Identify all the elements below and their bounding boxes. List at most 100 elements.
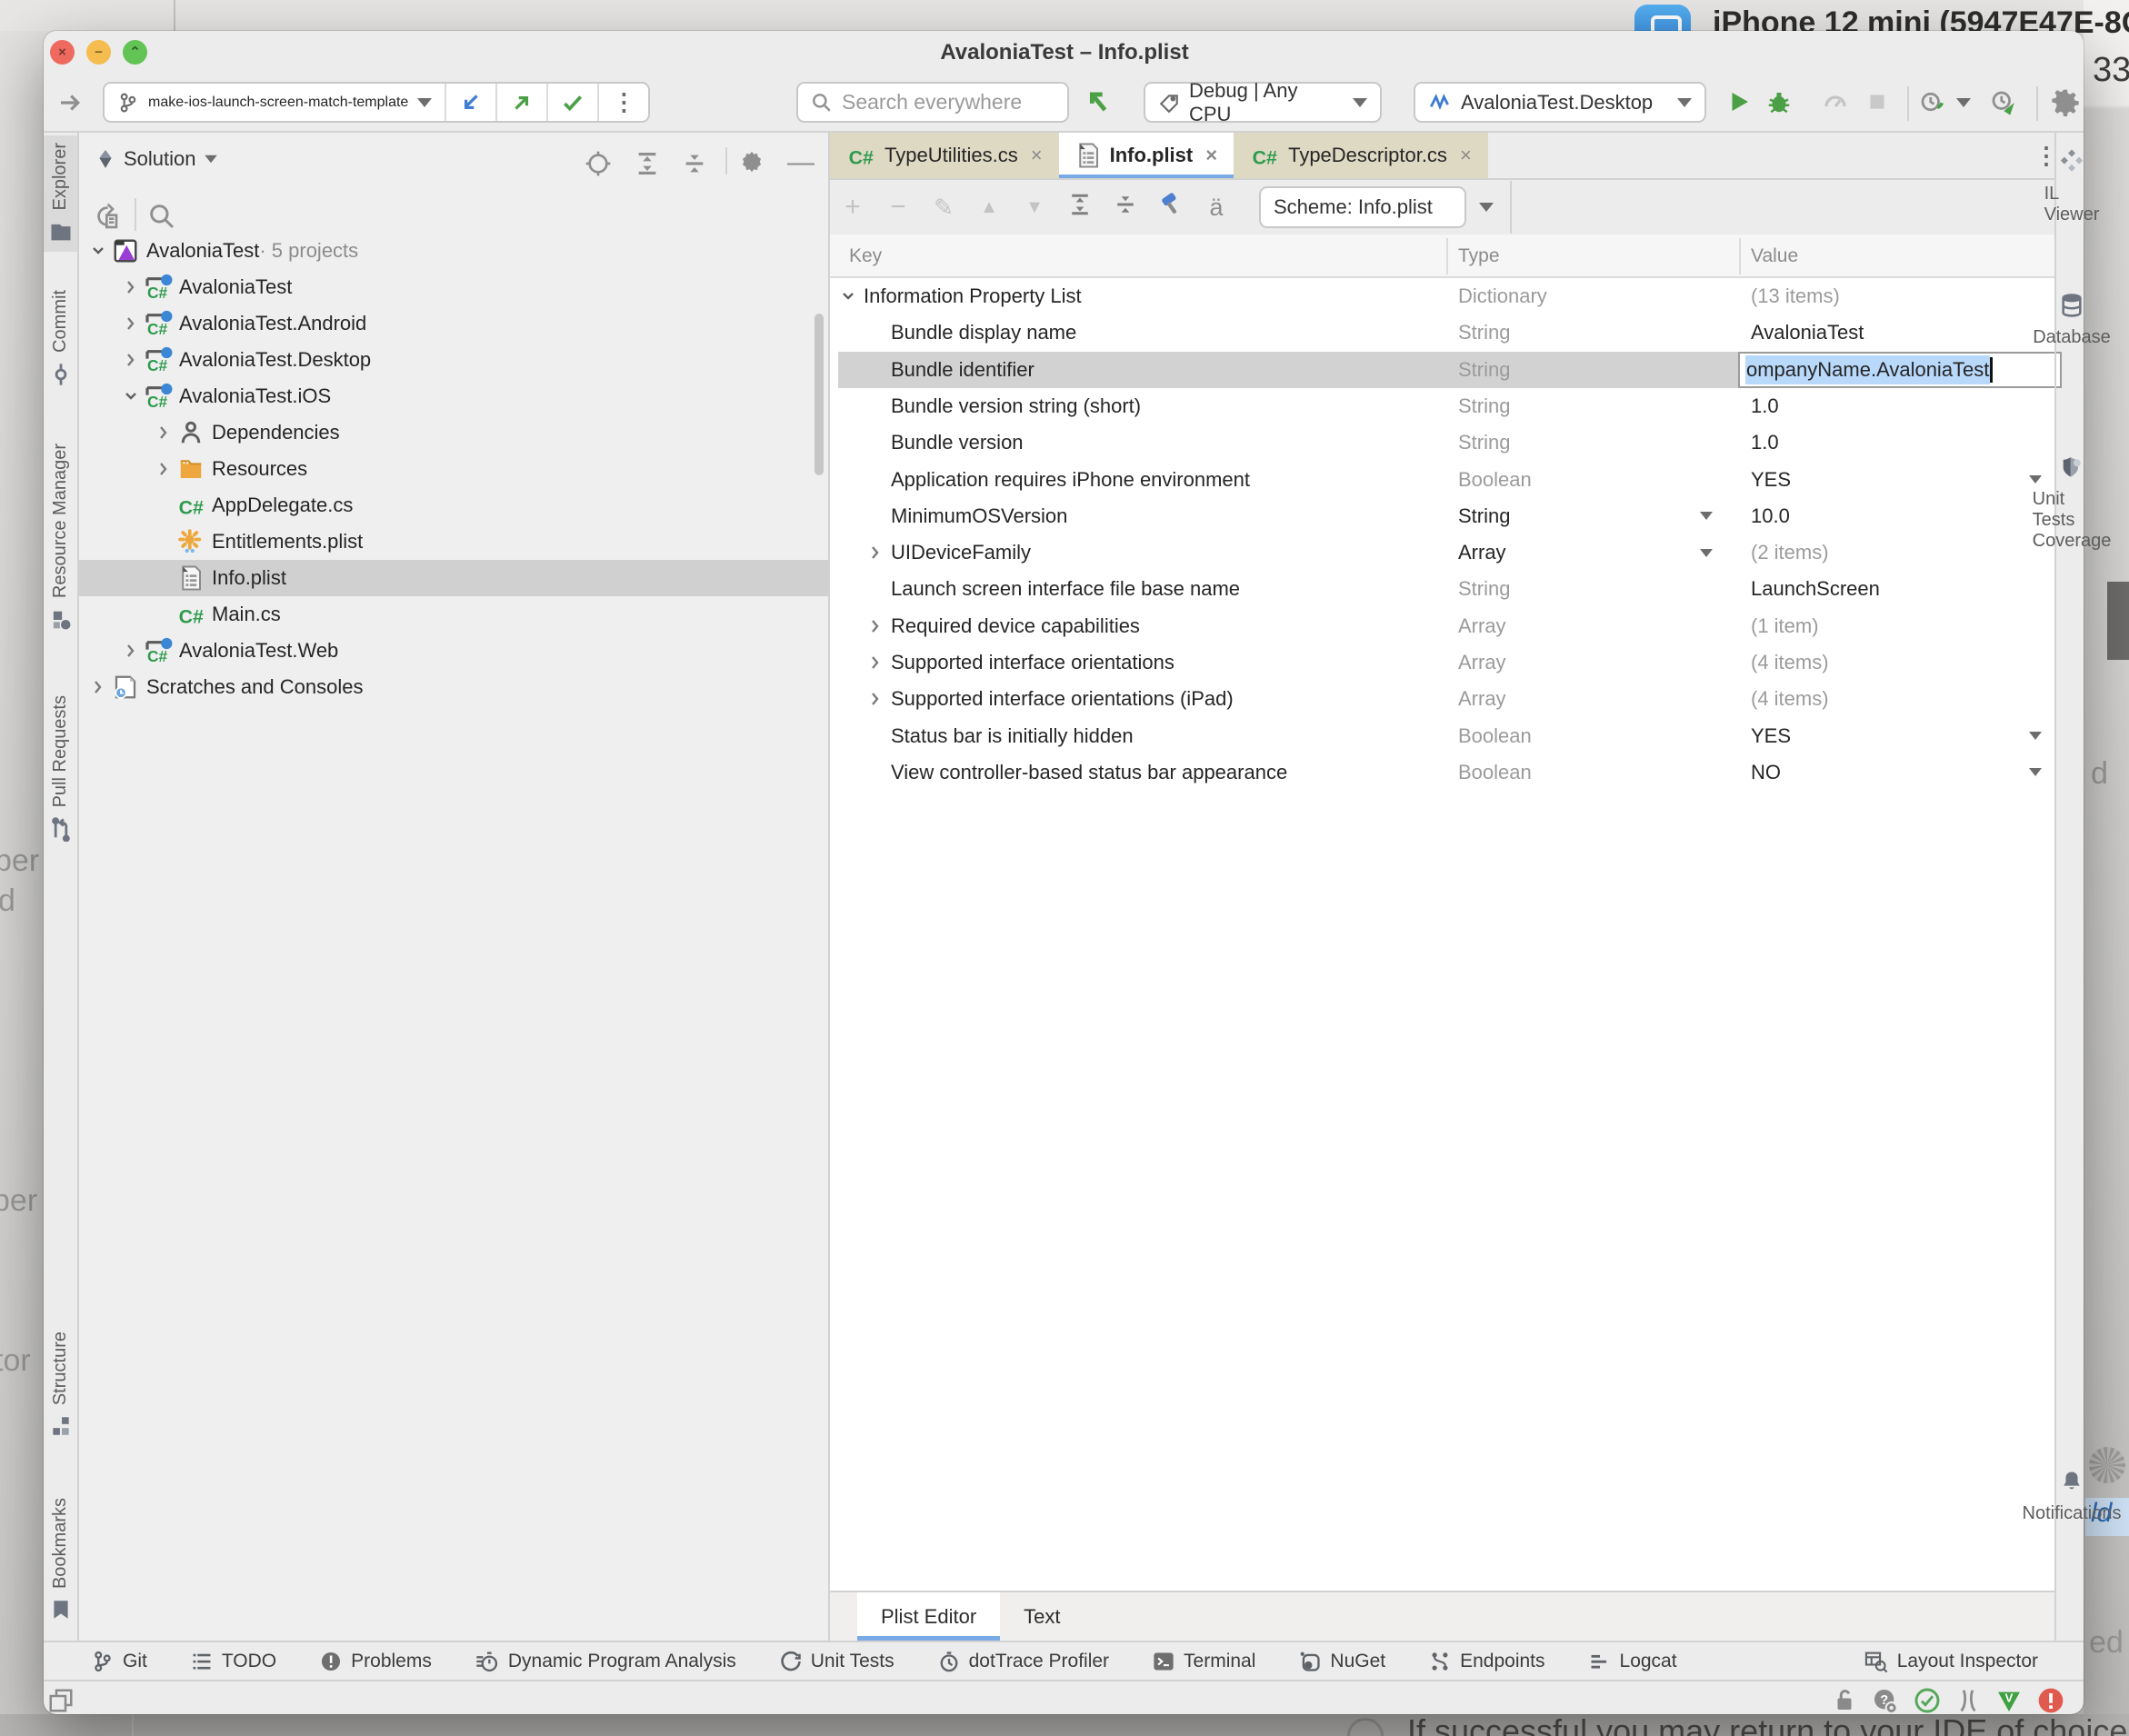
tree-item[interactable]: C# AvaloniaTest.iOS: [79, 378, 828, 414]
v-shield-icon[interactable]: V: [1994, 1686, 2024, 1715]
rollback-arrow-icon[interactable]: [1082, 85, 1113, 116]
select-opened-file-icon[interactable]: [91, 202, 120, 231]
plist-value[interactable]: 10.0: [1751, 498, 1790, 534]
view-tab[interactable]: Plist Editor: [857, 1592, 1000, 1641]
tree-item[interactable]: Info.plist: [79, 560, 828, 596]
tool-tab-resource-manager[interactable]: Resource Manager: [44, 425, 77, 640]
status-item-terminal[interactable]: Terminal: [1152, 1650, 1255, 1673]
type-dropdown-icon[interactable]: [1700, 534, 1713, 571]
settings-gear-icon[interactable]: [2051, 87, 2080, 116]
chevron-down-icon[interactable]: [1956, 98, 1971, 107]
panel-settings-gear-icon[interactable]: [738, 148, 765, 175]
tree-item[interactable]: C# AvaloniaTest.Desktop: [79, 342, 828, 378]
tree-item[interactable]: C# AvaloniaTest.Android: [79, 305, 828, 342]
tree-item[interactable]: C# AvaloniaTest.Web: [79, 633, 828, 669]
plist-type[interactable]: Array: [1458, 608, 1506, 644]
plist-row[interactable]: Bundle version string (short) String 1.0: [838, 388, 2054, 424]
status-item-layout-inspector[interactable]: Layout Inspector: [1864, 1649, 2038, 1674]
plist-type[interactable]: Array: [1458, 681, 1506, 717]
push-button[interactable]: [495, 84, 546, 121]
profile-with-timeline-button[interactable]: [1989, 88, 2016, 115]
plist-value[interactable]: NO: [1751, 754, 1781, 791]
tool-tab-explorer[interactable]: Explorer: [44, 135, 77, 252]
plist-type[interactable]: String: [1458, 314, 1510, 351]
plist-row[interactable]: Launch screen interface file base name S…: [838, 571, 2054, 607]
chevron-down-icon[interactable]: [1479, 203, 1494, 212]
row-chevron-icon[interactable]: [865, 534, 885, 571]
plist-type[interactable]: Boolean: [1458, 462, 1532, 498]
plist-type[interactable]: String: [1458, 388, 1510, 424]
plist-value[interactable]: (4 items): [1751, 681, 1829, 717]
close-tab-icon[interactable]: ×: [1205, 144, 1217, 167]
startup-project-selector[interactable]: AvaloniaTest.Desktop: [1414, 82, 1706, 123]
tree-item[interactable]: Entitlements.plist: [79, 524, 828, 560]
check-circle-icon[interactable]: [1913, 1686, 1942, 1715]
tree-chevron-icon[interactable]: [119, 641, 143, 661]
plist-value[interactable]: AvaloniaTest: [1751, 314, 1864, 351]
tool-tab-unit-tests-coverage[interactable]: Unit Tests Coverage: [2056, 454, 2087, 673]
branch-selector[interactable]: make-ios-launch-screen-match-template: [105, 84, 445, 121]
row-chevron-icon[interactable]: [865, 608, 885, 644]
plist-type[interactable]: String: [1458, 352, 1510, 388]
column-header-type[interactable]: Type: [1458, 245, 1500, 267]
status-item-unit-tests[interactable]: Unit Tests: [779, 1650, 895, 1673]
restore-windows-icon[interactable]: [47, 1687, 75, 1714]
status-item-endpoints[interactable]: Endpoints: [1428, 1650, 1544, 1673]
plist-value[interactable]: (13 items): [1751, 278, 1840, 314]
status-item-logcat[interactable]: Logcat: [1588, 1650, 1677, 1673]
search-everywhere[interactable]: Search everywhere: [796, 82, 1069, 123]
plist-value[interactable]: (2 items): [1751, 534, 1829, 571]
scheme-selector[interactable]: Scheme: Info.plist: [1259, 186, 1466, 228]
collapse-all-icon[interactable]: [680, 149, 709, 178]
plist-value[interactable]: 1.0: [1751, 388, 1779, 424]
tree-item[interactable]: C# Main.cs: [79, 596, 828, 633]
commit-check-button[interactable]: [546, 84, 597, 121]
plist-value[interactable]: 1.0: [1751, 424, 1779, 461]
tool-tab-notifications[interactable]: Notifications: [2056, 1469, 2087, 1632]
plist-row[interactable]: Information Property List Dictionary (13…: [838, 278, 2054, 314]
status-item-git[interactable]: Git: [91, 1650, 147, 1673]
row-chevron-icon[interactable]: [838, 278, 858, 314]
plist-row[interactable]: Bundle identifier String ompanyName.Aval…: [838, 352, 2054, 388]
hide-panel-icon[interactable]: —: [787, 147, 815, 178]
tree-scrollbar[interactable]: [815, 314, 824, 475]
expand-all-icon[interactable]: [1057, 191, 1103, 224]
plist-value[interactable]: (1 item): [1751, 608, 1819, 644]
tree-item[interactable]: Scratches and Consoles: [79, 669, 828, 705]
plist-value[interactable]: (4 items): [1751, 644, 1829, 681]
forward-arrow-icon[interactable]: [56, 89, 84, 116]
plist-value[interactable]: YES: [1751, 462, 1791, 498]
status-item-todo[interactable]: TODO: [190, 1650, 276, 1673]
tool-tab-commit[interactable]: Commit: [44, 273, 77, 394]
build-hammer-icon[interactable]: [1148, 191, 1194, 224]
tree-chevron-icon[interactable]: [152, 459, 175, 479]
plist-type[interactable]: Boolean: [1458, 718, 1532, 754]
plist-row[interactable]: Supported interface orientations (iPad) …: [838, 681, 2054, 717]
plist-type[interactable]: String: [1458, 498, 1510, 534]
explorer-header[interactable]: Solution: [95, 147, 218, 171]
plist-type[interactable]: String: [1458, 424, 1510, 461]
tree-chevron-icon[interactable]: [119, 314, 143, 334]
value-dropdown-icon[interactable]: [2029, 754, 2042, 791]
value-dropdown-icon[interactable]: [2029, 718, 2042, 754]
value-edit-field[interactable]: ompanyName.AvaloniaTest: [1738, 352, 2062, 388]
column-header-value[interactable]: Value: [1751, 245, 1798, 267]
tool-tab-pull-requests[interactable]: Pull Requests: [44, 671, 77, 849]
tool-tab-database[interactable]: Database: [2056, 293, 2087, 402]
editor-tab[interactable]: C# TypeUtilities.cs ×: [830, 133, 1059, 178]
status-item-problems[interactable]: Problems: [319, 1650, 432, 1673]
tree-chevron-icon[interactable]: [119, 350, 143, 370]
run-button[interactable]: [1725, 88, 1753, 115]
tree-search-icon[interactable]: [147, 202, 176, 231]
tool-tab-bookmarks[interactable]: Bookmarks: [44, 1478, 77, 1629]
plist-type[interactable]: Array: [1458, 644, 1506, 681]
plist-type[interactable]: Array: [1458, 534, 1506, 571]
collapse-all-icon[interactable]: [1103, 191, 1148, 224]
type-dropdown-icon[interactable]: [1700, 498, 1713, 534]
editor-tab[interactable]: C# TypeDescriptor.cs ×: [1234, 133, 1488, 178]
row-chevron-icon[interactable]: [865, 644, 885, 681]
close-tab-icon[interactable]: ×: [1031, 144, 1043, 167]
debug-button[interactable]: [1765, 88, 1793, 115]
status-item-dpa[interactable]: Dynamic Program Analysis: [475, 1649, 736, 1674]
plist-type[interactable]: Boolean: [1458, 754, 1532, 791]
